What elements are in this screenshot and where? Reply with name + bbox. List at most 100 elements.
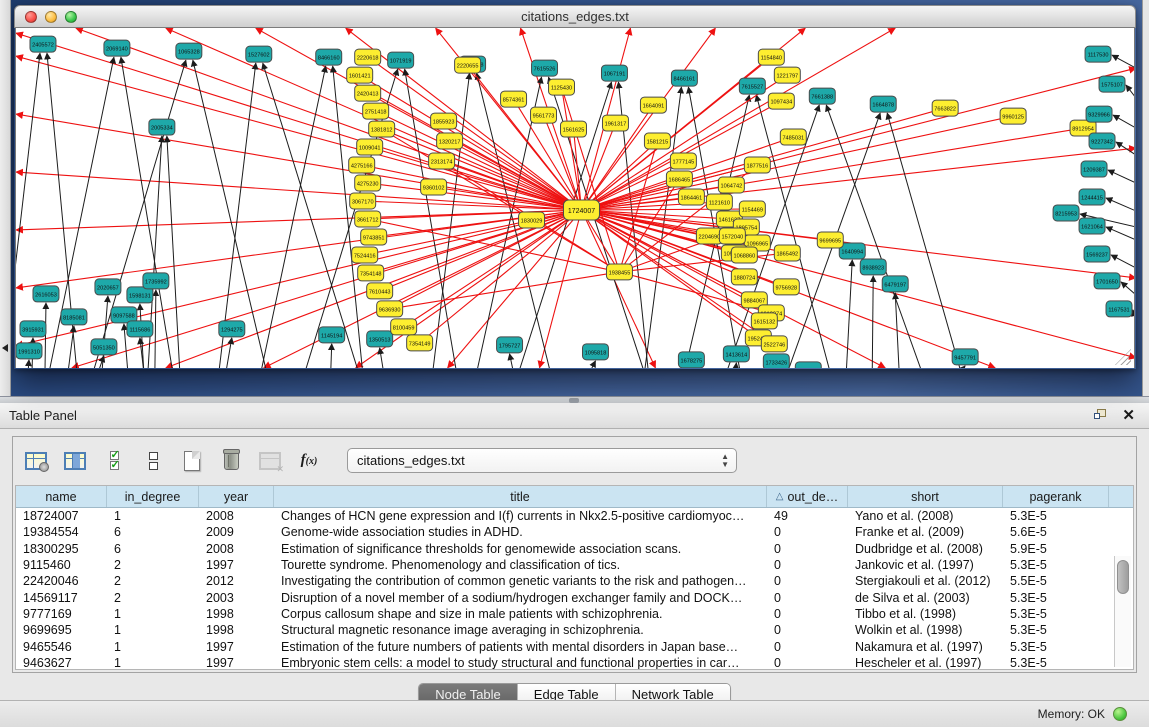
table-cell[interactable]: 5.3E-5 [1003, 656, 1109, 670]
table-row[interactable]: 1872400712008Changes of HCN gene express… [16, 508, 1133, 524]
float-panel-icon[interactable] [1094, 409, 1108, 422]
table-cell[interactable]: de Silva et al. (2003) [848, 591, 1003, 605]
network-canvas[interactable]: 2405572206914010653281527602846616010719… [15, 28, 1135, 368]
table-cell[interactable]: Hescheler et al. (1997) [848, 656, 1003, 670]
show-columns-icon[interactable] [62, 448, 88, 474]
new-table-icon[interactable] [179, 448, 205, 474]
table-cell[interactable]: 1 [107, 607, 199, 621]
table-cell[interactable]: 1997 [199, 558, 274, 572]
table-cell[interactable]: Investigating the contribution of common… [274, 574, 767, 588]
table-row[interactable]: 911546021997Tourette syndrome. Phenomeno… [16, 557, 1133, 573]
table-cell[interactable]: 2012 [199, 574, 274, 588]
table-cell[interactable]: Wolkin et al. (1998) [848, 623, 1003, 637]
table-cell[interactable]: 5.5E-5 [1003, 574, 1109, 588]
window-titlebar[interactable]: citations_edges.txt [14, 5, 1136, 28]
table-cell[interactable]: Corpus callosum shape and size in male p… [274, 607, 767, 621]
table-row[interactable]: 1830029562008Estimation of significance … [16, 541, 1133, 557]
table-cell[interactable]: 6 [107, 542, 199, 556]
table-cell[interactable]: 0 [767, 656, 848, 670]
table-cell[interactable]: 5.3E-5 [1003, 607, 1109, 621]
collapse-arrow-icon[interactable] [2, 344, 8, 352]
column-header-year[interactable]: year [199, 486, 274, 507]
memory-status-indicator[interactable] [1113, 707, 1127, 721]
table-cell[interactable]: Changes of HCN gene expression and I(f) … [274, 509, 767, 523]
table-row[interactable]: 977716911998Corpus callosum shape and si… [16, 606, 1133, 622]
table-cell[interactable]: 0 [767, 623, 848, 637]
table-cell[interactable]: Dudbridge et al. (2008) [848, 542, 1003, 556]
table-cell[interactable]: 2008 [199, 542, 274, 556]
table-cell[interactable]: Disruption of a novel member of a sodium… [274, 591, 767, 605]
table-cell[interactable]: 9463627 [16, 656, 107, 670]
delete-table-icon[interactable] [218, 448, 244, 474]
table-row[interactable]: 946554611997Estimation of the future num… [16, 638, 1133, 654]
table-cell[interactable]: Embryonic stem cells: a model to study s… [274, 656, 767, 670]
table-cell[interactable]: 1997 [199, 640, 274, 654]
table-cell[interactable]: Nakamura et al. (1997) [848, 640, 1003, 654]
table-cell[interactable]: 0 [767, 574, 848, 588]
table-cell[interactable]: Tourette syndrome. Phenomenology and cla… [274, 558, 767, 572]
table-cell[interactable]: Estimation of significance thresholds fo… [274, 542, 767, 556]
close-panel-icon[interactable]: ✕ [1122, 408, 1135, 423]
table-cell[interactable]: 1998 [199, 607, 274, 621]
table-cell[interactable]: 18724007 [16, 509, 107, 523]
table-cell[interactable]: 2009 [199, 525, 274, 539]
table-cell[interactable]: 2 [107, 574, 199, 588]
table-cell[interactable]: 9465546 [16, 640, 107, 654]
table-cell[interactable]: 5.6E-5 [1003, 525, 1109, 539]
table-cell[interactable]: 1 [107, 509, 199, 523]
table-row[interactable]: 969969511998Structural magnetic resonanc… [16, 622, 1133, 638]
table-cell[interactable]: Stergiakouli et al. (2012) [848, 574, 1003, 588]
column-header-out_de[interactable]: △out_de… [767, 486, 848, 507]
table-cell[interactable]: 0 [767, 607, 848, 621]
table-cell[interactable]: Structural magnetic resonance image aver… [274, 623, 767, 637]
table-cell[interactable]: 0 [767, 558, 848, 572]
table-cell[interactable]: Yano et al. (2008) [848, 509, 1003, 523]
table-cell[interactable]: 2 [107, 591, 199, 605]
table-row[interactable]: 946362711997Embryonic stem cells: a mode… [16, 655, 1133, 670]
table-cell[interactable]: Franke et al. (2009) [848, 525, 1003, 539]
control-panel-collapsed-strip[interactable] [0, 0, 11, 396]
table-cell[interactable]: 2003 [199, 591, 274, 605]
table-cell[interactable]: 1 [107, 623, 199, 637]
table-cell[interactable]: 2 [107, 558, 199, 572]
table-cell[interactable]: Genome-wide association studies in ADHD. [274, 525, 767, 539]
table-cell[interactable]: 22420046 [16, 574, 107, 588]
table-row[interactable]: 1938455462009Genome-wide association stu… [16, 524, 1133, 540]
column-header-name[interactable]: name [16, 486, 107, 507]
panel-splitter[interactable] [0, 396, 1149, 403]
select-all-icon[interactable] [101, 448, 127, 474]
close-window-button[interactable] [25, 11, 37, 23]
table-cell[interactable]: 1997 [199, 656, 274, 670]
table-cell[interactable]: 5.3E-5 [1003, 591, 1109, 605]
table-cell[interactable]: 9699695 [16, 623, 107, 637]
minimize-window-button[interactable] [45, 11, 57, 23]
table-cell[interactable]: 5.3E-5 [1003, 558, 1109, 572]
table-cell[interactable]: 9115460 [16, 558, 107, 572]
table-cell[interactable]: 0 [767, 525, 848, 539]
table-cell[interactable]: 1 [107, 640, 199, 654]
table-cell[interactable]: 49 [767, 509, 848, 523]
column-header-in_degree[interactable]: in_degree [107, 486, 199, 507]
row-height-icon[interactable] [140, 448, 166, 474]
table-cell[interactable]: 5.3E-5 [1003, 623, 1109, 637]
table-settings-icon[interactable] [23, 448, 49, 474]
table-cell[interactable]: 9777169 [16, 607, 107, 621]
table-cell[interactable]: Tibbo et al. (1998) [848, 607, 1003, 621]
graph-node[interactable] [795, 362, 821, 368]
table-cell[interactable]: 1998 [199, 623, 274, 637]
table-row[interactable]: 2242004622012Investigating the contribut… [16, 573, 1133, 589]
table-cell[interactable]: 1 [107, 656, 199, 670]
column-header-title[interactable]: title [274, 486, 767, 507]
table-cell[interactable]: 5.3E-5 [1003, 640, 1109, 654]
table-cell[interactable]: 5.9E-5 [1003, 542, 1109, 556]
table-selector-dropdown[interactable]: citations_edges.txt▲▼ [347, 448, 737, 473]
column-header-pagerank[interactable]: pagerank [1003, 486, 1109, 507]
table-row[interactable]: 1456911722003Disruption of a novel membe… [16, 589, 1133, 605]
table-cell[interactable]: 19384554 [16, 525, 107, 539]
function-builder-icon[interactable]: f(x) [296, 448, 322, 474]
table-cell[interactable]: Jankovic et al. (1997) [848, 558, 1003, 572]
zoom-window-button[interactable] [65, 11, 77, 23]
table-scrollbar[interactable] [1114, 556, 1131, 667]
table-cell[interactable]: 18300295 [16, 542, 107, 556]
table-cell[interactable]: 2008 [199, 509, 274, 523]
